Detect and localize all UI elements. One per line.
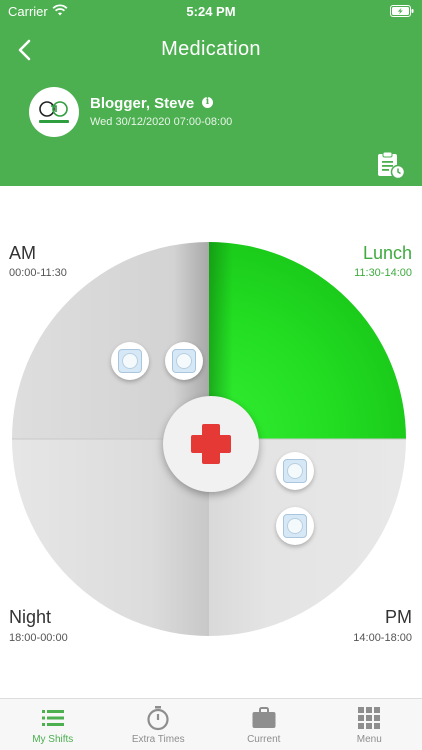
clipboard-clock-icon <box>378 151 406 180</box>
quadrant-label-am: AM <box>9 243 36 263</box>
pill-button-pm-1[interactable] <box>276 452 314 490</box>
avatar <box>29 87 79 137</box>
company-logo-icon <box>39 101 69 123</box>
red-cross-icon <box>191 424 231 464</box>
tab-label: Menu <box>356 734 382 745</box>
tab-label: Current <box>247 734 281 745</box>
tab-label: My Shifts <box>32 734 74 745</box>
quadrant-time-night: 18:00-00:00 <box>9 632 68 644</box>
tab-current[interactable]: Current <box>211 699 317 750</box>
quadrant-time-am: 00:00-11:30 <box>9 267 67 279</box>
shift-datetime: Wed 30/12/2020 07:00-08:00 <box>90 116 233 128</box>
tab-my-shifts[interactable]: My Shifts <box>0 699 106 750</box>
pill-pack-icon <box>172 349 196 373</box>
quadrant-time-pm: 14:00-18:00 <box>353 632 412 644</box>
pill-button-am-1[interactable] <box>111 342 149 380</box>
pill-button-pm-2[interactable] <box>276 507 314 545</box>
medical-cross-button[interactable] <box>163 396 259 492</box>
medication-record-button[interactable] <box>376 150 406 180</box>
pill-button-am-2[interactable] <box>165 342 203 380</box>
client-name: Blogger, Steve <box>90 95 195 112</box>
info-icon[interactable]: i <box>202 97 213 108</box>
pill-pack-icon <box>118 349 142 373</box>
header: Carrier 5:24 PM Medication Blogger, Stev… <box>0 0 422 186</box>
pill-pack-icon <box>283 459 307 483</box>
stopwatch-icon <box>147 706 169 731</box>
tab-bar: My Shifts Extra Times Current Menu <box>0 698 422 750</box>
quadrant-time-lunch: 11:30-14:00 <box>354 267 412 279</box>
tab-extra-times[interactable]: Extra Times <box>106 699 212 750</box>
quadrant-label-lunch: Lunch <box>362 243 412 263</box>
status-time: 5:24 PM <box>186 4 236 19</box>
medication-wheel-area: AM 00:00-11:30 Lunch 11:30-14:00 Night 1… <box>0 186 422 698</box>
battery-charging-icon <box>390 5 414 17</box>
tab-label: Extra Times <box>131 734 185 745</box>
briefcase-icon <box>252 707 276 728</box>
quadrant-label-pm: PM <box>385 607 412 627</box>
pill-pack-icon <box>283 514 307 538</box>
page-title: Medication <box>161 38 261 60</box>
status-bar: Carrier 5:24 PM <box>0 0 422 24</box>
tab-menu[interactable]: Menu <box>317 699 422 750</box>
grid-icon <box>358 707 381 729</box>
list-icon <box>41 710 64 726</box>
quadrant-label-night: Night <box>9 607 52 627</box>
